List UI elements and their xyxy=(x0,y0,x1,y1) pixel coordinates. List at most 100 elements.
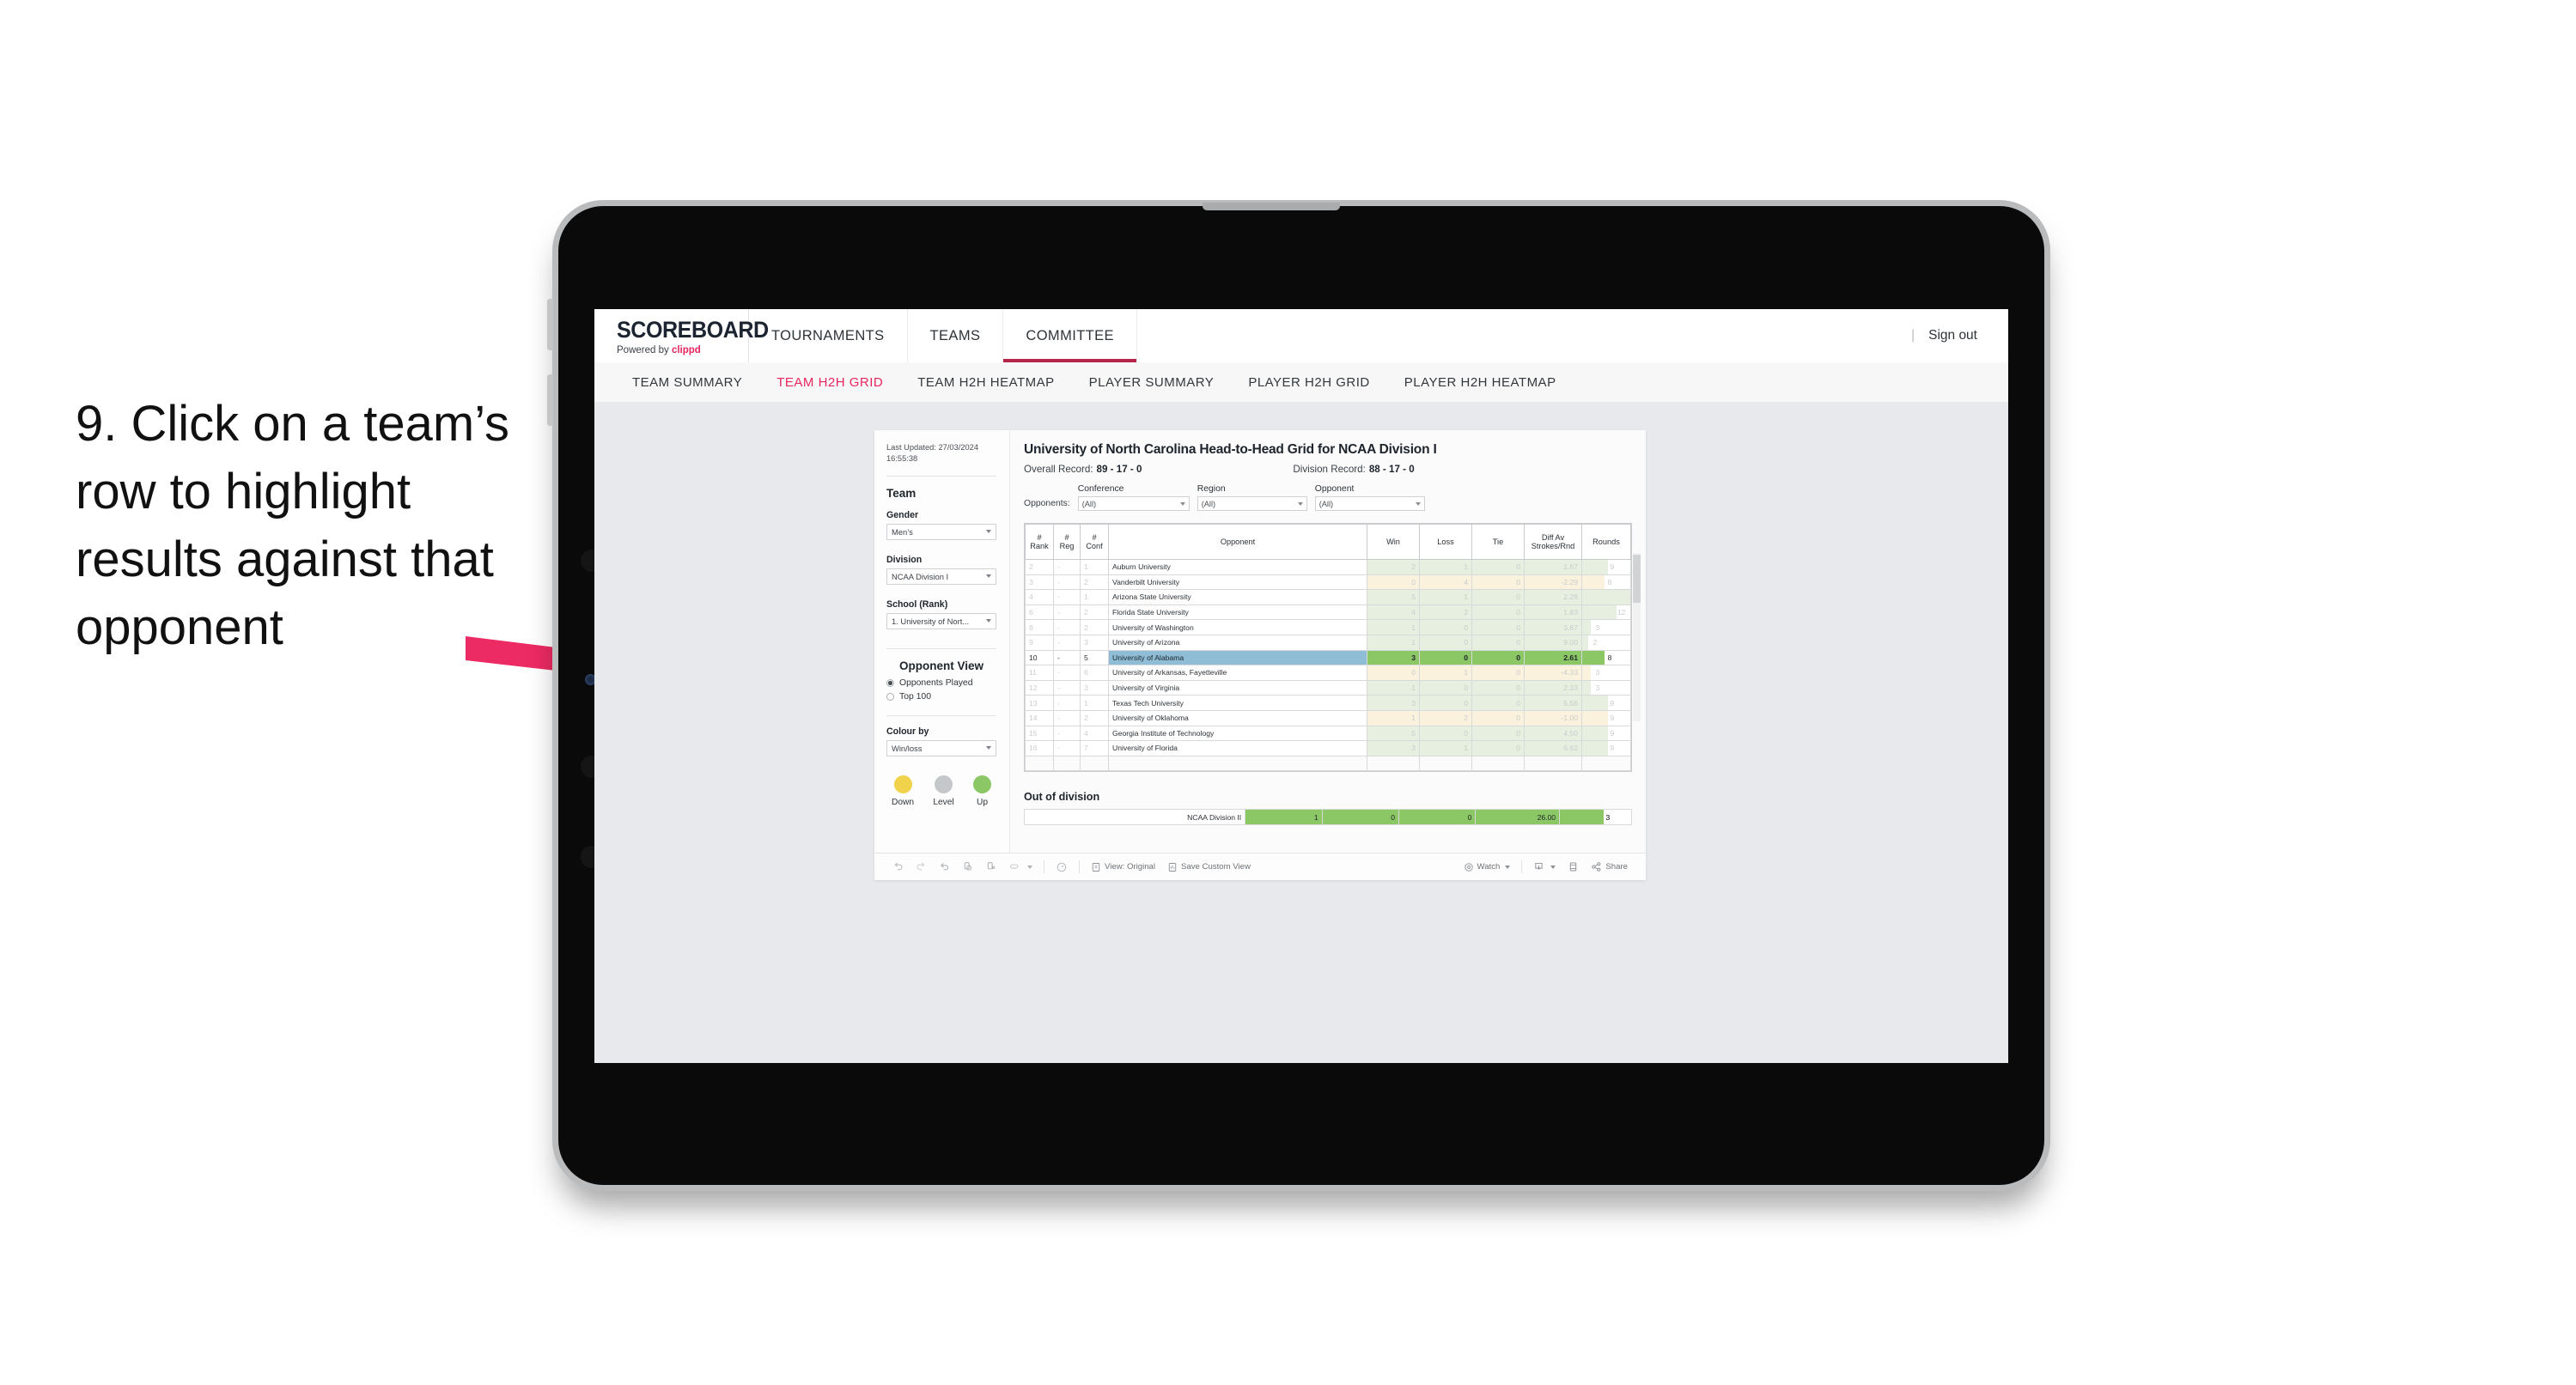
radio-icon xyxy=(886,692,894,701)
download-icon[interactable] xyxy=(1527,861,1562,872)
cell-tie: 0 xyxy=(1471,619,1525,635)
cell-win: 1 xyxy=(1367,619,1420,635)
colour-by-label: Colour by xyxy=(886,726,929,737)
chevron-down-icon xyxy=(986,619,991,623)
cell-win: 3 xyxy=(1367,649,1420,666)
cell-tie: 0 xyxy=(1471,574,1525,591)
table-row[interactable]: 16-7 University of Florida 3 1 0 6.62 9 xyxy=(1025,740,1631,756)
table-row[interactable]: 13-1 Texas Tech University 3 0 0 5.56 9 xyxy=(1025,695,1631,711)
refresh-data-icon[interactable] xyxy=(956,861,979,872)
col-header-rounds[interactable]: Rounds xyxy=(1581,524,1631,560)
cell-rank: 3 xyxy=(1025,574,1054,591)
cell-reg: - xyxy=(1053,695,1081,711)
table-scrollbar-thumb[interactable] xyxy=(1633,555,1641,603)
gender-select[interactable]: Men’s xyxy=(886,523,996,540)
col-header-rank[interactable]: # Rank xyxy=(1025,524,1054,560)
pause-auto-update-icon[interactable] xyxy=(979,861,1002,872)
col-label: Opponent xyxy=(1220,538,1256,546)
ood-cell-win: 1 xyxy=(1245,809,1323,826)
highlight-icon[interactable] xyxy=(1002,861,1038,872)
cell-conf: 1 xyxy=(1080,695,1109,711)
table-filler-row xyxy=(1025,755,1631,772)
team-section-title: Team xyxy=(886,486,917,500)
region-select[interactable]: (All) xyxy=(1197,496,1307,511)
table-row[interactable]: 8-2 University of Washington 1 0 0 3.67 3 xyxy=(1025,619,1631,635)
rounds-bar xyxy=(1582,681,1591,695)
sign-out-area: | Sign out xyxy=(1911,309,2008,362)
rounds-value: 9 xyxy=(1610,744,1615,753)
share-label: Share xyxy=(1605,862,1628,872)
cell-win: 4 xyxy=(1367,604,1420,621)
radio-icon-selected xyxy=(886,678,894,687)
sub-tab-team-h2h-heatmap[interactable]: TEAM H2H HEATMAP xyxy=(900,375,1071,390)
cell-conf: 4 xyxy=(1080,725,1109,742)
undo-icon[interactable] xyxy=(886,861,910,872)
table-row[interactable]: 11-6 University of Arkansas, Fayetteville… xyxy=(1025,665,1631,681)
school-rank-value: 1. University of Nort... xyxy=(892,616,970,626)
ood-cell-diff: 26.00 xyxy=(1475,809,1561,826)
sub-tab-player-summary[interactable]: PLAYER SUMMARY xyxy=(1072,375,1232,390)
cell-loss: 4 xyxy=(1419,574,1472,591)
table-row[interactable]: 4-1Arizona State University5102.2817 xyxy=(1025,589,1631,605)
table-row[interactable]: 14-2 University of Oklahoma 1 2 0 -1.00 9 xyxy=(1025,709,1631,726)
nav-tab-committee[interactable]: COMMITTEE xyxy=(1003,309,1137,362)
table-row[interactable]: 2-1 Auburn University 2 1 0 1.67 9 xyxy=(1025,559,1631,575)
sub-tab-team-h2h-grid[interactable]: TEAM H2H GRID xyxy=(759,375,900,390)
col-header-reg[interactable]: # Reg xyxy=(1053,524,1081,560)
tablet-screen: SCOREBOARD Powered by clippd TOURNAMENTS… xyxy=(594,309,2008,1063)
school-rank-select[interactable]: 1. University of Nort... xyxy=(886,612,996,629)
cell-rank: 2 xyxy=(1025,559,1054,575)
ood-cell-tie: 0 xyxy=(1398,809,1477,826)
h2h-grid-table: # Rank # Reg # Conf Opponent Win Loss Ti… xyxy=(1025,524,1631,772)
watch-icon xyxy=(1464,862,1474,872)
col-header-opponent[interactable]: Opponent xyxy=(1108,524,1367,560)
col-header-diff[interactable]: Diff Av Strokes/Rnd xyxy=(1524,524,1582,560)
radio-top-100[interactable]: Top 100 xyxy=(886,692,996,702)
table-row[interactable]: 15-4 Georgia Institute of Technology 5 0 0 4.… xyxy=(1025,725,1631,742)
col-header-win[interactable]: Win xyxy=(1367,524,1420,560)
redo-icon[interactable] xyxy=(910,861,933,872)
brand-subtitle: Powered by clippd xyxy=(617,345,748,355)
conference-select[interactable]: (All) xyxy=(1077,496,1190,511)
share-button[interactable]: Share xyxy=(1585,861,1634,872)
col-header-tie[interactable]: Tie xyxy=(1471,524,1525,560)
division-value: NCAA Division I xyxy=(892,571,949,581)
rounds-bar xyxy=(1582,696,1608,710)
out-of-division-row[interactable]: NCAA Division II 1 0 0 26.00 3 xyxy=(1023,809,1632,826)
revert-icon[interactable] xyxy=(933,861,956,872)
col-header-conf[interactable]: # Conf xyxy=(1080,524,1109,560)
watch-button[interactable]: Watch xyxy=(1458,862,1517,872)
table-row[interactable]: 6-2 Florida State University 4 2 0 1.83 12 xyxy=(1025,604,1631,621)
division-select[interactable]: NCAA Division I xyxy=(886,568,996,585)
app-header: SCOREBOARD Powered by clippd TOURNAMENTS… xyxy=(594,309,2008,362)
cell-rounds: 9 xyxy=(1581,740,1631,756)
cell-reg: - xyxy=(1053,559,1081,575)
sub-tab-player-h2h-grid[interactable]: PLAYER H2H GRID xyxy=(1231,375,1386,390)
rounds-bar xyxy=(1582,620,1591,635)
save-custom-view-button[interactable]: Save Custom View xyxy=(1161,862,1257,872)
col-header-loss[interactable]: Loss xyxy=(1419,524,1472,560)
cell-win: 0 xyxy=(1367,574,1420,591)
sign-out-link[interactable]: Sign out xyxy=(1928,328,1977,343)
legend-label: Level xyxy=(933,797,954,807)
fullscreen-icon[interactable] xyxy=(1562,861,1585,872)
sub-tab-player-h2h-heatmap[interactable]: PLAYER H2H HEATMAP xyxy=(1387,375,1574,390)
nav-tab-tournaments[interactable]: TOURNAMENTS xyxy=(749,309,908,362)
col-label: Tie xyxy=(1492,538,1504,546)
table-row[interactable]: 9-3 University of Arizona 1 0 0 9.00 2 xyxy=(1025,634,1631,651)
colour-by-select[interactable]: Win/loss xyxy=(886,739,996,756)
table-row[interactable]: 3-2 Vanderbilt University 0 4 0 -2.29 8 xyxy=(1025,574,1631,591)
sub-tab-team-summary[interactable]: TEAM SUMMARY xyxy=(615,375,759,390)
table-row[interactable]: 12-3 University of Virginia 1 0 0 2.33 3 xyxy=(1025,679,1631,696)
table-row[interactable]: 10-5 University of Alabama 3 0 0 2.61 8 xyxy=(1025,649,1631,666)
cell-diff: -2.29 xyxy=(1524,574,1582,591)
opponent-select[interactable]: (All) xyxy=(1314,496,1425,511)
filler-cell xyxy=(1524,755,1582,772)
pause-icon[interactable] xyxy=(1050,861,1074,873)
brand-logo[interactable]: SCOREBOARD Powered by clippd xyxy=(594,309,769,362)
view-original-button[interactable]: View: Original xyxy=(1085,862,1161,872)
rounds-bar xyxy=(1582,711,1608,726)
radio-opponents-played[interactable]: Opponents Played xyxy=(886,678,996,688)
cell-opponent: Texas Tech University xyxy=(1108,695,1367,711)
nav-tab-teams[interactable]: TEAMS xyxy=(908,309,1004,362)
